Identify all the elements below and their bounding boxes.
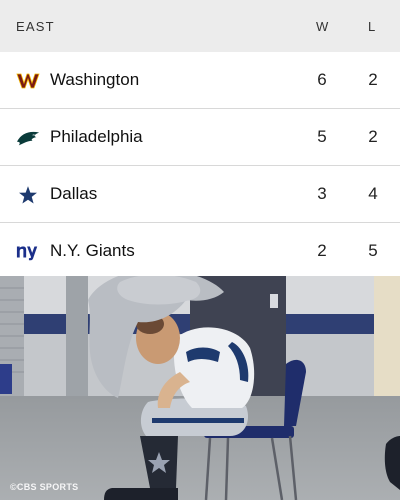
team-row-philadelphia[interactable]: Philadelphia 5 2 [0, 109, 400, 166]
team-row-dallas[interactable]: Dallas 3 4 [0, 166, 400, 223]
eagles-logo-icon [16, 126, 40, 150]
photo-credit: ©CBS SPORTS [10, 482, 79, 492]
standings-header: EAST W L [0, 0, 400, 52]
team-losses: 2 [368, 127, 378, 146]
wins-column-header: W [316, 18, 329, 34]
conference-label: EAST [16, 18, 55, 34]
mascot-photo: ©CBS SPORTS [0, 276, 400, 500]
team-name: Washington [50, 70, 140, 89]
commanders-logo-icon [16, 69, 40, 93]
team-losses: 5 [368, 241, 378, 260]
team-wins: 3 [317, 184, 327, 203]
cowboys-star-icon [16, 183, 40, 207]
team-wins: 6 [317, 70, 327, 89]
team-name: Philadelphia [50, 127, 143, 146]
team-wins: 5 [317, 127, 327, 146]
team-losses: 4 [368, 184, 378, 203]
team-losses: 2 [368, 70, 378, 89]
team-name: N.Y. Giants [50, 241, 135, 260]
team-wins: 2 [317, 241, 327, 260]
standings-table: EAST W L Washington 6 2 Philadelphia 5 2 [0, 0, 400, 280]
team-row-washington[interactable]: Washington 6 2 [0, 52, 400, 109]
giants-ny-logo-icon [16, 240, 40, 264]
mascot-photo-illustration [0, 276, 400, 500]
losses-column-header: L [368, 18, 376, 34]
team-name: Dallas [50, 184, 98, 203]
team-row-ny-giants[interactable]: N.Y. Giants 2 5 [0, 223, 400, 280]
